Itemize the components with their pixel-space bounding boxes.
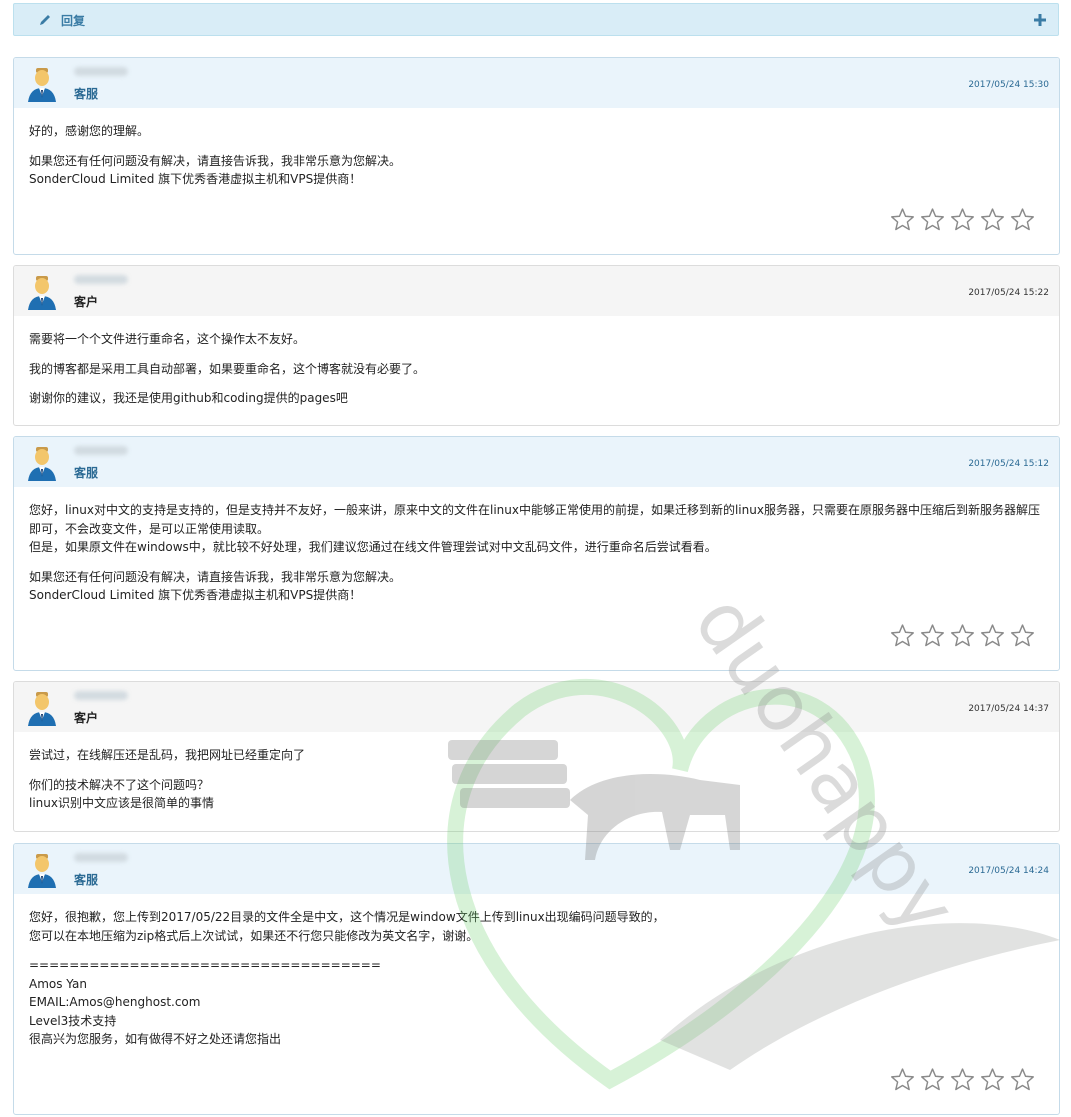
author-name-blurred: [74, 67, 128, 76]
star-icon[interactable]: [1010, 623, 1035, 648]
star-icon[interactable]: [920, 623, 945, 648]
message-timestamp: 2017/05/24 14:24: [968, 866, 1049, 876]
message-paragraph: 您好，linux对中文的支持是支持的，但是支持并不友好，一般来讲，原来中文的文件…: [29, 503, 1040, 554]
star-icon[interactable]: [920, 207, 945, 232]
star-icon[interactable]: [890, 207, 915, 232]
message-header: 客户 2017/05/24 14:37: [14, 682, 1059, 732]
message-header: 客服 2017/05/24 14:24: [14, 844, 1059, 894]
author-role: 客户: [74, 711, 99, 725]
message-body: 您好，linux对中文的支持是支持的，但是支持并不友好，一般来讲，原来中文的文件…: [14, 487, 1059, 626]
star-icon[interactable]: [950, 623, 975, 648]
message-card: 客户 2017/05/24 14:37 尝试过，在线解压还是乱码，我把网址已经重…: [13, 681, 1060, 832]
message-body: 好的，感谢您的理解。 如果您还有任何问题没有解决，请直接告诉我，我非常乐意为您解…: [14, 108, 1059, 210]
reply-label: 回复: [61, 14, 86, 28]
avatar: [28, 447, 56, 481]
message-card: 客户 2017/05/24 15:22 需要将一个个文件进行重命名，这个操作太不…: [13, 265, 1060, 426]
message-card: 客服 2017/05/24 15:12 您好，linux对中文的支持是支持的，但…: [13, 436, 1060, 671]
message-paragraph: 我的博客都是采用工具自动部署，如果要重命名，这个博客就没有必要了。: [29, 361, 426, 376]
avatar: [28, 276, 56, 310]
message-card: 客服 2017/05/24 15:30 好的，感谢您的理解。 如果您还有任何问题…: [13, 57, 1060, 255]
message-paragraph: =================================== Amos…: [29, 958, 381, 1046]
avatar: [28, 68, 56, 102]
message-header: 客服 2017/05/24 15:12: [14, 437, 1059, 487]
author-role: 客服: [74, 873, 99, 887]
message-body: 尝试过，在线解压还是乱码，我把网址已经重定向了 你们的技术解决不了这个问题吗？ …: [14, 732, 1059, 831]
message-timestamp: 2017/05/24 15:12: [968, 459, 1049, 469]
message-paragraph: 尝试过，在线解压还是乱码，我把网址已经重定向了: [29, 748, 306, 762]
message-paragraph: 你们的技术解决不了这个问题吗？ linux识别中文应该是很简单的事情: [29, 777, 214, 811]
author-name-blurred: [74, 853, 128, 862]
star-icon[interactable]: [1010, 1067, 1035, 1092]
message-paragraph: 如果您还有任何问题没有解决，请直接告诉我，我非常乐意为您解决。 SonderCl…: [29, 569, 402, 603]
message-header: 客户 2017/05/24 15:22: [14, 266, 1059, 316]
star-icon[interactable]: [950, 1067, 975, 1092]
star-icon[interactable]: [950, 207, 975, 232]
author-role: 客服: [74, 87, 99, 101]
rating-stars: [890, 1067, 1035, 1092]
star-icon[interactable]: [890, 623, 915, 648]
plus-icon[interactable]: [1034, 14, 1046, 26]
star-icon[interactable]: [890, 1067, 915, 1092]
pencil-icon: [40, 15, 50, 25]
message-paragraph: 需要将一个个文件进行重命名，这个操作太不友好。: [29, 332, 306, 346]
star-icon[interactable]: [980, 1067, 1005, 1092]
avatar: [28, 854, 56, 888]
message-paragraph: 谢谢你的建议，我还是使用github和coding提供的pages吧: [29, 391, 348, 405]
author-name-blurred: [74, 691, 128, 700]
star-icon[interactable]: [920, 1067, 945, 1092]
message-header: 客服 2017/05/24 15:30: [14, 58, 1059, 108]
reply-toggle-bar[interactable]: 回复: [13, 3, 1059, 36]
star-icon[interactable]: [980, 207, 1005, 232]
message-paragraph: 好的，感谢您的理解。: [29, 124, 150, 138]
rating-stars: [890, 207, 1035, 232]
message-timestamp: 2017/05/24 14:37: [968, 704, 1049, 714]
author-name-blurred: [74, 275, 128, 284]
author-name-blurred: [74, 446, 128, 455]
rating-stars: [890, 623, 1035, 648]
star-icon[interactable]: [1010, 207, 1035, 232]
message-paragraph: 您好，很抱歉，您上传到2017/05/22目录的文件全是中文，这个情况是wind…: [29, 910, 665, 943]
avatar: [28, 692, 56, 726]
message-timestamp: 2017/05/24 15:30: [968, 80, 1049, 90]
message-paragraph: 如果您还有任何问题没有解决，请直接告诉我，我非常乐意为您解决。 SonderCl…: [29, 153, 402, 187]
star-icon[interactable]: [980, 623, 1005, 648]
message-body: 您好，很抱歉，您上传到2017/05/22目录的文件全是中文，这个情况是wind…: [14, 894, 1059, 1070]
message-body: 需要将一个个文件进行重命名，这个操作太不友好。 我的博客都是采用工具自动部署，如…: [14, 316, 1059, 425]
author-role: 客服: [74, 466, 99, 480]
message-card: 客服 2017/05/24 14:24 您好，很抱歉，您上传到2017/05/2…: [13, 843, 1060, 1115]
author-role: 客户: [74, 295, 99, 309]
message-timestamp: 2017/05/24 15:22: [968, 288, 1049, 298]
